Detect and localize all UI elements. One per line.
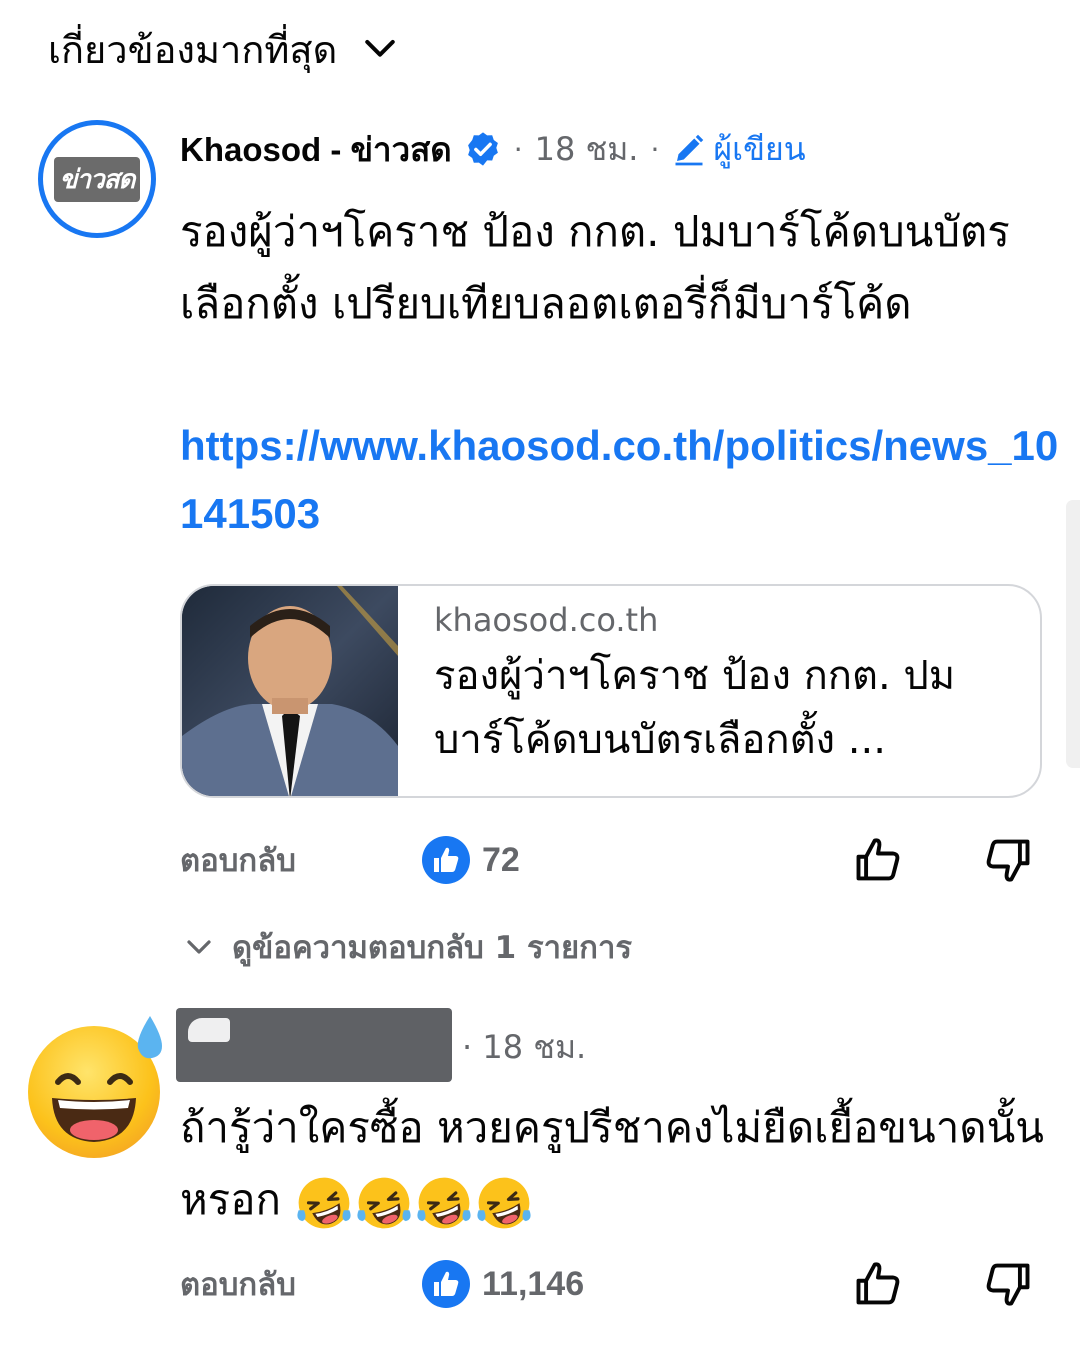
separator-dot: · [650,132,660,166]
post-actions: ตอบกลับ 72 [180,830,1050,890]
link-thumbnail [182,586,398,796]
pencil-icon [675,134,704,166]
redaction-glint [188,1018,230,1042]
separator-dot: · [513,132,523,166]
page-logo: ข่าวสด [53,156,141,202]
author-name[interactable]: Khaosod - ข่าวสด [180,123,452,176]
like-reaction-icon [422,1260,470,1308]
sort-selector[interactable]: เกี่ยวข้องมากที่สุด [48,14,397,84]
rofl-emoji [477,1177,531,1228]
comment-actions: ตอบกลับ 11,146 [180,1254,1050,1314]
scrollbar[interactable] [1066,500,1080,768]
downvote-icon[interactable] [982,834,1034,886]
like-count: 11,146 [482,1264,585,1303]
person-photo-image [182,586,398,796]
upvote-icon[interactable] [852,1258,904,1310]
view-replies-label: ดูข้อความตอบกลับ 1 รายการ [232,930,633,966]
commenter-name-redacted[interactable] [176,1008,452,1082]
like-reaction-icon [422,836,470,884]
chevron-down-icon [187,940,211,954]
chevron-down-icon [365,39,396,57]
reply-button[interactable]: ตอบกลับ [180,835,422,885]
reaction-summary[interactable]: 72 [422,836,520,884]
link-title: รองผู้ว่าฯโคราช ป้อง กกต. ปมบาร์โค้ดบนบั… [434,653,956,763]
reply-button[interactable]: ตอบกลับ [180,1259,422,1309]
rofl-emoji [297,1177,351,1228]
post-header: Khaosod - ข่าวสด · 18 ชม. · ผู้เขียน [180,122,806,176]
post-time: 18 ชม. [534,129,639,168]
page-avatar[interactable]: ข่าวสด [38,120,156,238]
post-text: รองผู้ว่าฯโคราช ป้อง กกต. ปมบาร์โค้ดบนบั… [180,207,1010,328]
author-tag: ผู้เขียน [671,124,806,175]
reaction-summary[interactable]: 11,146 [422,1260,584,1308]
downvote-icon[interactable] [982,1258,1034,1310]
view-replies-button[interactable]: ดูข้อความตอบกลับ 1 รายการ [184,922,632,972]
upvote-icon[interactable] [852,834,904,886]
sort-label: เกี่ยวข้องมากที่สุด [48,27,338,72]
post-link[interactable]: https://www.khaosod.co.th/politics/news_… [180,412,1060,548]
link-domain: khaosod.co.th [434,601,659,639]
verified-badge-icon [467,132,498,166]
emoji-group [295,1174,533,1232]
like-count: 72 [482,840,520,879]
comment-time: · 18 ชม. [462,1028,587,1066]
rofl-emoji [417,1177,471,1228]
link-preview-card[interactable]: khaosod.co.th รองผู้ว่าฯโคราช ป้อง กกต. … [180,584,1042,798]
author-tag-label: ผู้เขียน [713,129,806,168]
rofl-emoji [357,1177,411,1228]
comment-text: ถ้ารู้ว่าใครซื้อ หวยครูปรีชาคงไม่ยืดเยื้… [180,1092,1060,1236]
commenter-avatar[interactable] [24,1012,172,1160]
